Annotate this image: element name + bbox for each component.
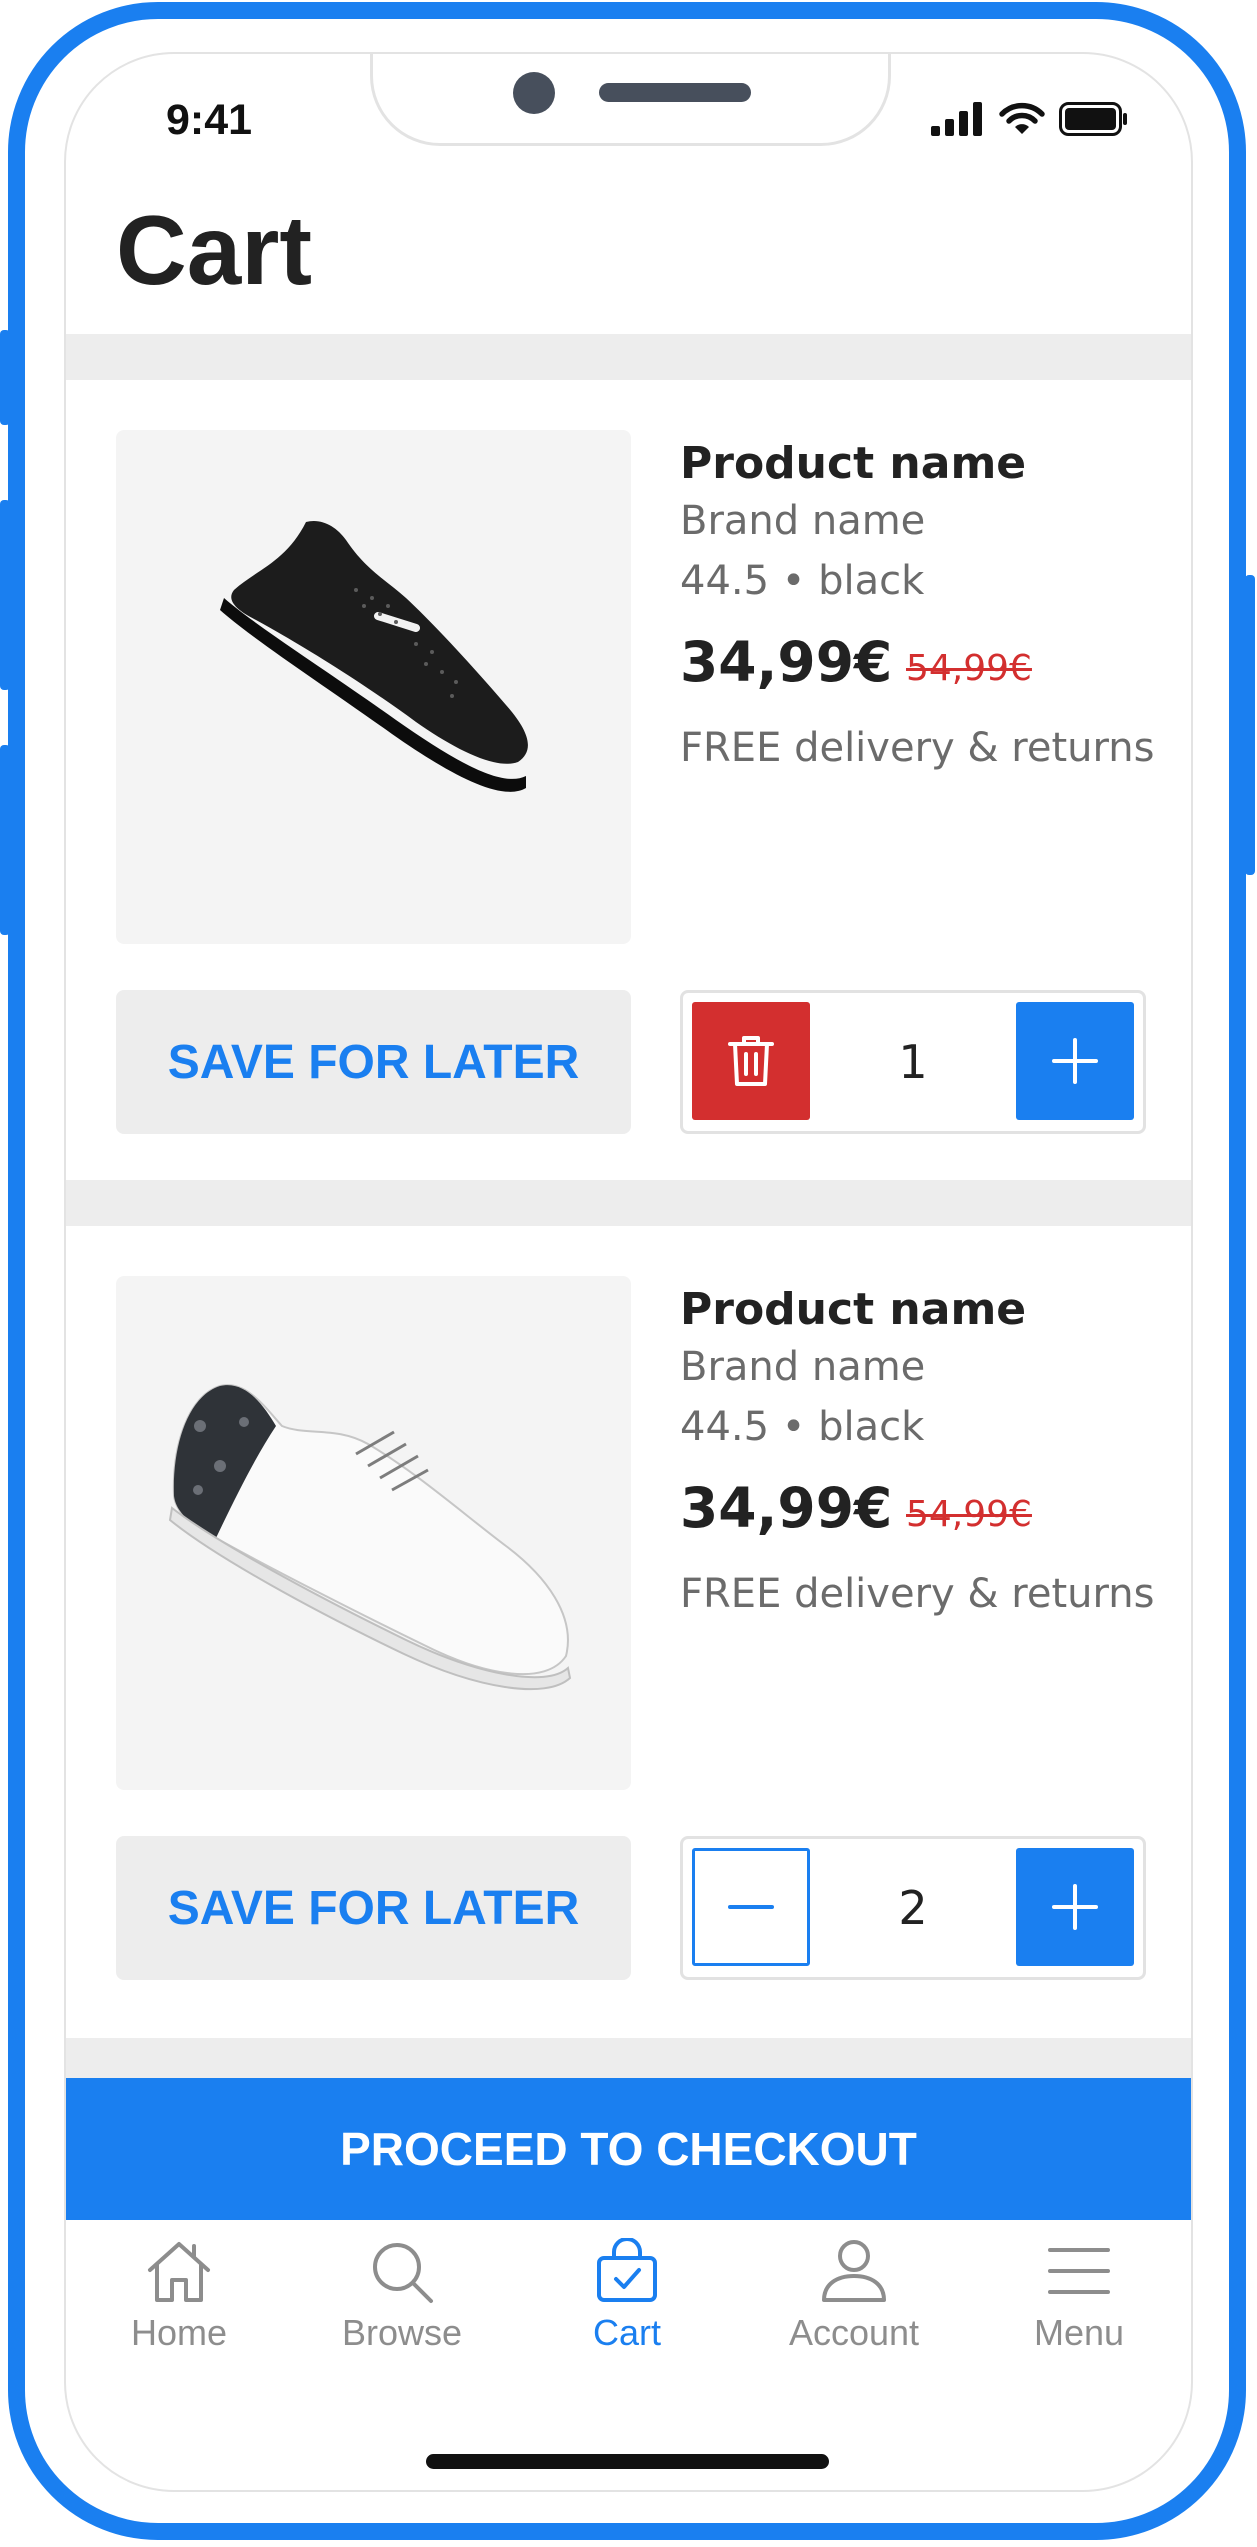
tab-label: Menu: [1033, 2312, 1125, 2353]
old-price: 54,99€: [906, 1494, 1032, 1535]
home-indicator: [426, 2454, 829, 2469]
brand-name: Brand name: [680, 1344, 926, 1390]
white-sneaker-image: [168, 1384, 572, 1691]
delivery-info: FREE delivery & returns: [680, 725, 1155, 771]
search-icon: [373, 2243, 433, 2303]
tab-label: Browse: [341, 2312, 463, 2353]
product-image[interactable]: [116, 430, 631, 944]
status-icons: [931, 102, 1129, 136]
tab-label: Cart: [592, 2312, 661, 2353]
product-name[interactable]: Product name: [680, 1284, 1026, 1335]
decrease-quantity-button[interactable]: [692, 1848, 810, 1966]
save-for-later-button[interactable]: SAVE FOR LATER: [116, 1836, 631, 1980]
tab-browse[interactable]: Browse: [312, 2238, 492, 2354]
separator: [66, 334, 1191, 380]
black-sneaker-image: [220, 520, 528, 792]
quantity-value: 1: [898, 1035, 928, 1089]
old-price: 54,99€: [906, 648, 1032, 689]
volume-down-button: [0, 745, 10, 935]
quantity-value: 2: [898, 1881, 928, 1935]
tab-account[interactable]: Account: [764, 2238, 944, 2354]
tab-home[interactable]: Home: [89, 2238, 269, 2354]
status-time: 9:41: [166, 96, 253, 144]
home-icon: [148, 2242, 210, 2302]
notch: [370, 54, 891, 146]
increase-quantity-button[interactable]: [1016, 1002, 1134, 1120]
screen: 9:41 Cart Product name Brand name 44.5 •…: [64, 52, 1193, 2492]
volume-up-button: [0, 500, 10, 690]
speaker: [599, 83, 751, 102]
product-image[interactable]: [116, 1276, 631, 1790]
quantity-stepper: 2: [680, 1836, 1146, 1980]
variant-info: 44.5 • black: [680, 558, 925, 604]
remove-item-button[interactable]: [692, 1002, 810, 1120]
page-title: Cart: [116, 195, 313, 305]
current-price: 34,99€: [680, 1476, 893, 1540]
save-for-later-button[interactable]: SAVE FOR LATER: [116, 990, 631, 1134]
increase-quantity-button[interactable]: [1016, 1848, 1134, 1966]
proceed-to-checkout-button[interactable]: PROCEED TO CHECKOUT: [66, 2078, 1191, 2220]
minus-icon: [728, 1905, 774, 1909]
separator: [66, 1180, 1191, 1226]
trash-icon: [728, 1036, 774, 1086]
plus-icon: [1052, 1884, 1098, 1930]
tab-label: Home: [130, 2312, 228, 2353]
side-button: [0, 330, 10, 425]
signal-icon: [931, 102, 982, 136]
tab-cart[interactable]: Cart: [537, 2238, 717, 2354]
menu-icon: [1048, 2248, 1110, 2294]
tab-bar: Home Browse Cart Account Menu: [66, 2220, 1191, 2370]
battery-icon: [1059, 102, 1127, 136]
cart-item: Product name Brand name 44.5 • black 34,…: [66, 1226, 1191, 2026]
power-button: [1245, 575, 1255, 875]
variant-info: 44.5 • black: [680, 1404, 925, 1450]
delivery-info: FREE delivery & returns: [680, 1571, 1155, 1617]
quantity-stepper: 1: [680, 990, 1146, 1134]
bag-icon: [597, 2238, 657, 2302]
plus-icon: [1052, 1038, 1098, 1084]
user-icon: [822, 2240, 886, 2302]
camera: [513, 72, 555, 114]
tab-label: Account: [788, 2312, 920, 2353]
tab-menu[interactable]: Menu: [989, 2238, 1169, 2354]
wifi-icon: [999, 102, 1045, 134]
current-price: 34,99€: [680, 630, 893, 694]
cart-item: Product name Brand name 44.5 • black 34,…: [66, 380, 1191, 1180]
brand-name: Brand name: [680, 498, 926, 544]
product-name[interactable]: Product name: [680, 438, 1026, 489]
separator: [66, 2038, 1191, 2078]
